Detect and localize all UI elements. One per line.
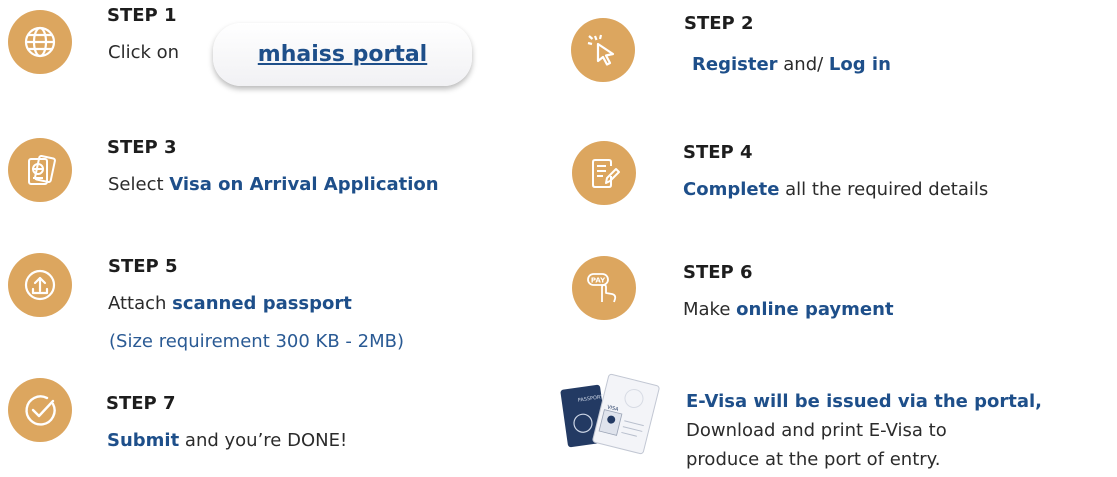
step-5-prefix: Attach [108, 293, 173, 314]
step-2-title: STEP 2 [684, 13, 754, 34]
step-5-highlight: scanned passport [172, 293, 352, 314]
step-3-title: STEP 3 [107, 137, 177, 158]
step-4-text: Complete all the required details [683, 179, 988, 200]
step-2-conjunction: and/ [777, 54, 829, 75]
passport-evisa-illustration: PASSPORT VISA [560, 373, 660, 455]
step-5-title: STEP 5 [108, 256, 178, 277]
globe-icon [8, 10, 72, 74]
step-3-prefix: Select [108, 174, 170, 195]
step-6-title: STEP 6 [683, 262, 753, 283]
svg-text:PAY: PAY [591, 277, 606, 285]
register-link[interactable]: Register [692, 54, 778, 75]
step-4-title: STEP 4 [683, 142, 753, 163]
size-requirement-note: (Size requirement 300 KB - 2MB) [109, 331, 405, 352]
pay-tap-icon: PAY [572, 256, 636, 320]
upload-icon [8, 253, 72, 317]
login-link[interactable]: Log in [829, 54, 891, 75]
step-1-title: STEP 1 [107, 5, 177, 26]
evisa-instruction-line-2: produce at the port of entry. [686, 449, 941, 470]
step-7-suffix: and you’re DONE! [179, 430, 348, 451]
mhaiss-portal-link[interactable]: mhaiss portal [258, 42, 427, 67]
passport-icon [8, 138, 72, 202]
evisa-issued-title: E-Visa will be issued via the portal, [686, 391, 1043, 412]
visa-page: VISA [592, 373, 660, 455]
mhaiss-portal-button[interactable]: mhaiss portal [213, 23, 472, 86]
visa-on-arrival-option: Visa on Arrival Application [169, 174, 439, 195]
step-7-title: STEP 7 [106, 393, 176, 414]
cursor-click-icon [571, 18, 635, 82]
step-4-highlight: Complete [683, 179, 780, 200]
step-2-text: Register and/ Log in [692, 54, 891, 75]
step-6-prefix: Make [683, 299, 737, 320]
evisa-instruction-line-1: Download and print E-Visa to [686, 420, 947, 441]
step-1-text: Click on [108, 42, 180, 63]
check-circle-icon [8, 378, 72, 442]
submit-highlight: Submit [107, 430, 180, 451]
step-3-text: Select Visa on Arrival Application [108, 174, 439, 195]
step-6-text: Make online payment [683, 299, 894, 320]
form-edit-icon [572, 141, 636, 205]
step-7-text: Submit and you’re DONE! [107, 430, 347, 451]
step-4-suffix: all the required details [779, 179, 989, 200]
step-5-text: Attach scanned passport [108, 293, 352, 314]
online-payment-option: online payment [736, 299, 894, 320]
